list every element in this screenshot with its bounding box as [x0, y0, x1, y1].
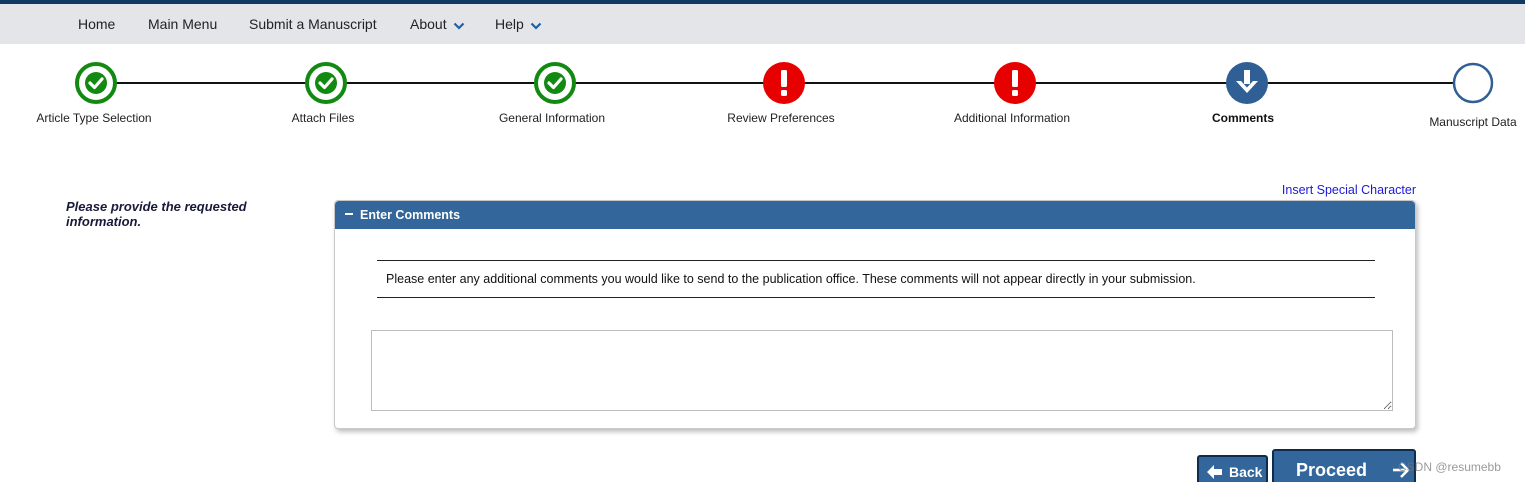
check-circle-icon [534, 62, 576, 104]
step-additional-information-icon[interactable] [994, 62, 1036, 104]
step-label-general-information: General Information [498, 111, 606, 125]
step-label-additional-information: Additional Information [953, 111, 1071, 125]
top-navbar: Home Main Menu Submit a Manuscript About… [0, 4, 1525, 44]
arrow-down-circle-icon [1226, 62, 1268, 104]
nav-help[interactable]: Help [495, 16, 542, 33]
nav-help-label: Help [495, 16, 524, 32]
step-review-preferences-icon[interactable] [763, 62, 805, 104]
step-attach-files-icon[interactable] [305, 62, 347, 104]
back-button[interactable]: Back [1197, 455, 1268, 482]
nav-about-label: About [410, 16, 447, 32]
watermark-text: CSDN @resumebb [1398, 460, 1501, 474]
nav-home[interactable]: Home [78, 16, 115, 32]
exclamation-circle-icon [763, 62, 805, 104]
nav-about[interactable]: About [410, 16, 465, 33]
nav-submit-manuscript[interactable]: Submit a Manuscript [249, 16, 377, 32]
step-label-article-type: Article Type Selection [36, 111, 152, 125]
chevron-down-icon [530, 17, 542, 33]
comments-instructions: Please enter any additional comments you… [377, 260, 1375, 298]
proceed-button[interactable]: Proceed [1272, 449, 1416, 482]
step-comments-icon[interactable] [1226, 62, 1268, 104]
step-general-information-icon[interactable] [534, 62, 576, 104]
arrow-left-icon [1207, 465, 1222, 479]
enter-comments-header[interactable]: Enter Comments [335, 201, 1415, 229]
step-label-review-preferences: Review Preferences [727, 111, 835, 125]
step-label-attach-files: Attach Files [291, 111, 355, 125]
enter-comments-title: Enter Comments [360, 208, 461, 222]
step-article-type-icon[interactable] [75, 62, 117, 104]
step-label-comments: Comments [1211, 111, 1274, 125]
collapse-minus-icon [345, 212, 353, 215]
check-circle-icon [75, 62, 117, 104]
back-button-label: Back [1229, 464, 1263, 480]
requested-information-message: Please provide the requested information… [66, 199, 247, 229]
check-circle-icon [305, 62, 347, 104]
chevron-down-icon [453, 17, 465, 33]
proceed-button-label: Proceed [1296, 460, 1368, 480]
empty-circle-icon [1452, 62, 1494, 104]
insert-special-character-link[interactable]: Insert Special Character [1282, 183, 1416, 197]
exclamation-circle-icon [994, 62, 1036, 104]
nav-main-menu[interactable]: Main Menu [148, 16, 217, 32]
step-label-manuscript-data: Manuscript Data [1429, 115, 1517, 129]
enter-comments-panel: Enter Comments Please enter any addition… [334, 200, 1416, 429]
comments-textarea[interactable] [371, 330, 1393, 411]
step-manuscript-data-icon[interactable] [1452, 62, 1494, 104]
